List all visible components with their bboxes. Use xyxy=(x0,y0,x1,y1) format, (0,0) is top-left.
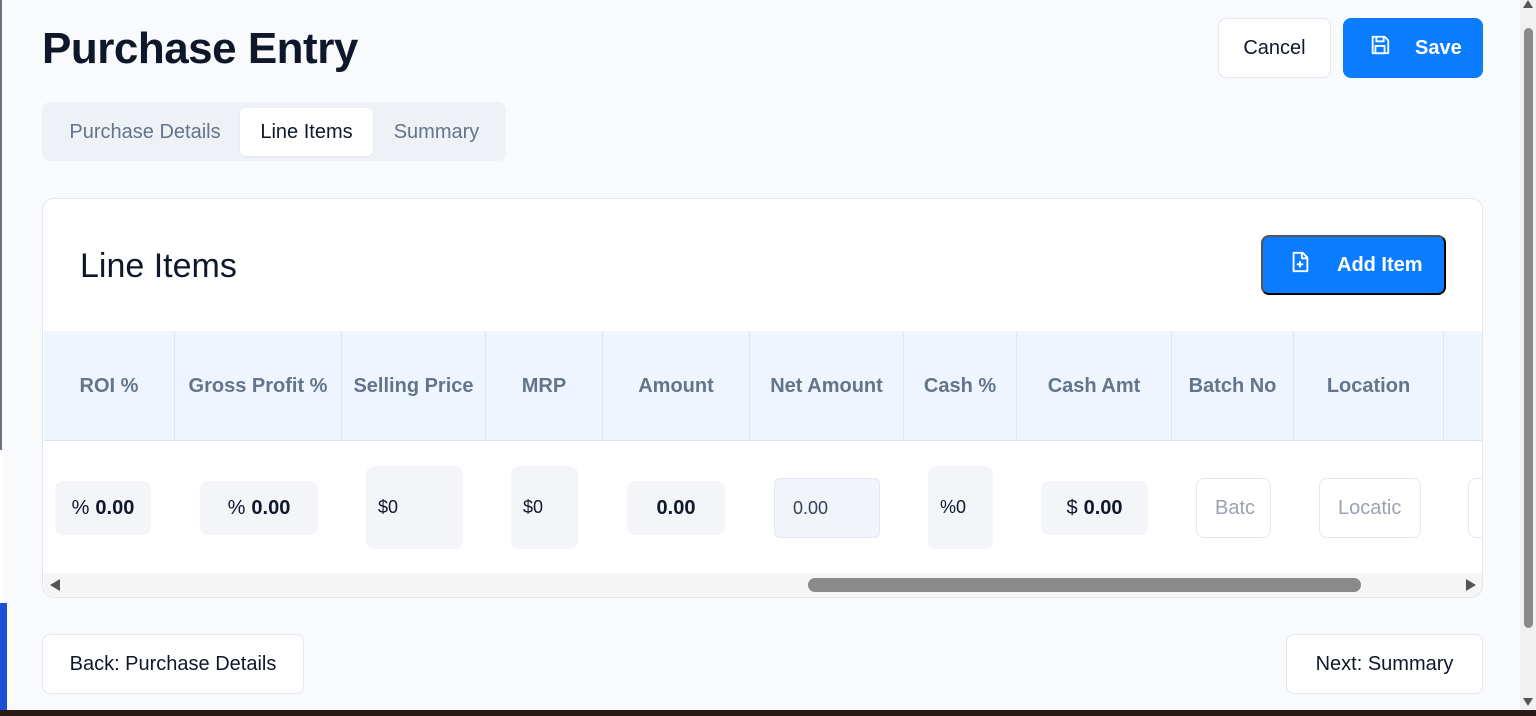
location-input[interactable]: Locatic xyxy=(1319,478,1421,538)
percent-symbol: % xyxy=(71,496,90,519)
add-item-label: Add Item xyxy=(1337,253,1423,276)
amount-field[interactable]: 0.00 xyxy=(627,481,725,535)
tab-line-items[interactable]: Line Items xyxy=(240,108,373,156)
taskbar-strip xyxy=(0,710,1536,716)
line-items-card: Line Items Add Item ROI % Gross Profit %… xyxy=(42,198,1483,598)
cash-pct-input[interactable]: % 0 xyxy=(928,466,993,549)
dollar-symbol: $ xyxy=(523,497,534,517)
column-header-cash-pct[interactable]: Cash % xyxy=(904,331,1017,441)
batch-no-placeholder: Batc xyxy=(1215,496,1256,519)
edge-accent xyxy=(0,603,7,716)
scroll-left-arrow-icon[interactable] xyxy=(50,579,60,591)
scroll-thumb[interactable] xyxy=(1524,28,1533,628)
dollar-symbol: $ xyxy=(378,497,389,517)
roi-value: 0.00 xyxy=(95,496,135,519)
column-header-location[interactable]: Location xyxy=(1294,331,1444,441)
vertical-scrollbar[interactable] xyxy=(1520,0,1536,710)
mrp-input[interactable]: $ 0 xyxy=(511,466,578,549)
cash-pct-value: 0 xyxy=(956,497,967,517)
line-items-table[interactable]: ROI % Gross Profit % Selling Price MRP A… xyxy=(44,331,1482,573)
percent-symbol: % xyxy=(940,497,957,517)
cancel-button[interactable]: Cancel xyxy=(1218,18,1331,78)
column-header-gross-profit[interactable]: Gross Profit % xyxy=(175,331,342,441)
floppy-disk-icon xyxy=(1369,34,1391,62)
tab-purchase-details[interactable]: Purchase Details xyxy=(50,108,240,156)
column-header-net-amount[interactable]: Net Amount xyxy=(750,331,904,441)
amount-value: 0.00 xyxy=(656,496,696,519)
tab-summary[interactable]: Summary xyxy=(373,108,500,156)
column-header-mrp[interactable]: MRP xyxy=(486,331,603,441)
roi-field[interactable]: % 0.00 xyxy=(55,481,151,535)
selling-price-input[interactable]: $ 0 xyxy=(366,466,463,549)
column-header-amount[interactable]: Amount xyxy=(603,331,750,441)
table-header: ROI % Gross Profit % Selling Price MRP A… xyxy=(44,331,1482,441)
back-button[interactable]: Back: Purchase Details xyxy=(42,634,304,694)
scroll-down-arrow-icon[interactable] xyxy=(1523,698,1533,706)
card-title: Line Items xyxy=(80,247,237,285)
column-header-selling-price[interactable]: Selling Price xyxy=(342,331,486,441)
location-placeholder: Locatic xyxy=(1338,496,1402,519)
overflow-input[interactable] xyxy=(1468,478,1482,538)
window-left-edge xyxy=(0,0,7,716)
scroll-up-arrow-icon[interactable] xyxy=(1523,0,1533,8)
horizontal-scrollbar[interactable] xyxy=(44,573,1482,597)
percent-symbol: % xyxy=(227,496,246,519)
column-header-batch-no[interactable]: Batch No xyxy=(1172,331,1294,441)
edge-line xyxy=(0,0,2,450)
column-header-roi[interactable]: ROI % xyxy=(44,331,175,441)
save-button[interactable]: Save xyxy=(1343,18,1483,78)
table-row: % 0.00 % 0.00 $ 0 $ 0 0.00 0.00 % 0 $ 0.… xyxy=(44,441,1482,573)
selling-price-value: 0 xyxy=(388,497,399,517)
dollar-symbol: $ xyxy=(1066,496,1078,519)
next-button[interactable]: Next: Summary xyxy=(1286,634,1483,694)
scroll-thumb[interactable] xyxy=(808,578,1361,592)
gross-profit-field[interactable]: % 0.00 xyxy=(200,481,318,535)
tab-list: Purchase Details Line Items Summary xyxy=(42,102,506,161)
page-title: Purchase Entry xyxy=(42,24,358,73)
mrp-value: 0 xyxy=(533,497,544,517)
net-amount-value: 0.00 xyxy=(793,497,829,518)
cash-amt-field[interactable]: $ 0.00 xyxy=(1041,481,1148,535)
column-header-overflow xyxy=(1444,331,1482,441)
gross-profit-value: 0.00 xyxy=(251,496,291,519)
add-item-button[interactable]: Add Item xyxy=(1261,235,1446,295)
cash-amt-value: 0.00 xyxy=(1083,496,1123,519)
scroll-right-arrow-icon[interactable] xyxy=(1466,579,1476,591)
batch-no-input[interactable]: Batc xyxy=(1196,478,1271,538)
column-header-cash-amt[interactable]: Cash Amt xyxy=(1017,331,1172,441)
save-label: Save xyxy=(1415,36,1462,59)
file-plus-icon xyxy=(1289,250,1311,280)
net-amount-field: 0.00 xyxy=(774,478,880,538)
